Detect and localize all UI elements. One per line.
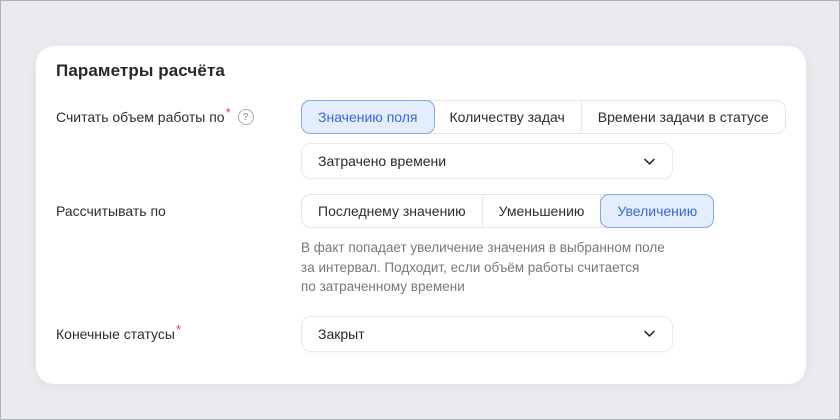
segment-option-increase[interactable]: Увеличению [600, 194, 714, 228]
field-label-calculate-by: Рассчитывать по [56, 194, 301, 228]
required-asterisk: * [226, 96, 231, 130]
form-row-work-volume: Считать объем работы по* ? Значению поля… [56, 100, 781, 179]
field-select-time-spent[interactable]: Затрачено времени [301, 143, 673, 179]
segment-option-time-in-status[interactable]: Времени задачи в статусе [582, 101, 785, 133]
form-row-calculate-by: Рассчитывать по Последнему значению Умен… [56, 194, 781, 297]
panel-title: Параметры расчёта [56, 60, 781, 82]
field-label-text: Рассчитывать по [56, 194, 166, 228]
calculation-parameters-panel: Параметры расчёта Считать объем работы п… [36, 46, 806, 384]
help-text-line: В факт попадает увеличение значения в вы… [301, 238, 714, 258]
help-text: В факт попадает увеличение значения в вы… [301, 238, 714, 297]
field-label-final-statuses: Конечные статусы* [56, 316, 301, 352]
field-label-text: Конечные статусы [56, 316, 175, 352]
final-statuses-controls: Закрыт [301, 316, 673, 352]
segment-option-task-count[interactable]: Количеству задач [434, 101, 582, 133]
select-value: Затрачено времени [318, 153, 446, 169]
segment-option-decrease[interactable]: Уменьшению [483, 195, 602, 227]
chevron-down-icon [642, 326, 657, 341]
segmented-control-work-volume: Значению поля Количеству задач Времени з… [301, 100, 786, 134]
segment-option-last-value[interactable]: Последнему значению [302, 195, 483, 227]
required-asterisk: * [176, 312, 181, 348]
page-background: Параметры расчёта Считать объем работы п… [0, 0, 840, 420]
chevron-down-icon [642, 154, 657, 169]
field-label-text: Считать объем работы по [56, 100, 225, 134]
help-icon[interactable]: ? [238, 109, 254, 125]
select-value: Закрыт [318, 326, 365, 342]
calculate-by-controls: Последнему значению Уменьшению Увеличени… [301, 194, 714, 297]
segment-option-field-value[interactable]: Значению поля [301, 100, 435, 134]
work-volume-controls: Значению поля Количеству задач Времени з… [301, 100, 786, 179]
form-row-final-statuses: Конечные статусы* Закрыт [56, 316, 781, 352]
field-select-final-status[interactable]: Закрыт [301, 316, 673, 352]
help-text-line: за интервал. Подходит, если объём работы… [301, 258, 714, 278]
segmented-control-calculate-by: Последнему значению Уменьшению Увеличени… [301, 194, 714, 228]
field-label-work-volume: Считать объем работы по* ? [56, 100, 301, 134]
help-text-line: по затраченному времени [301, 277, 714, 297]
